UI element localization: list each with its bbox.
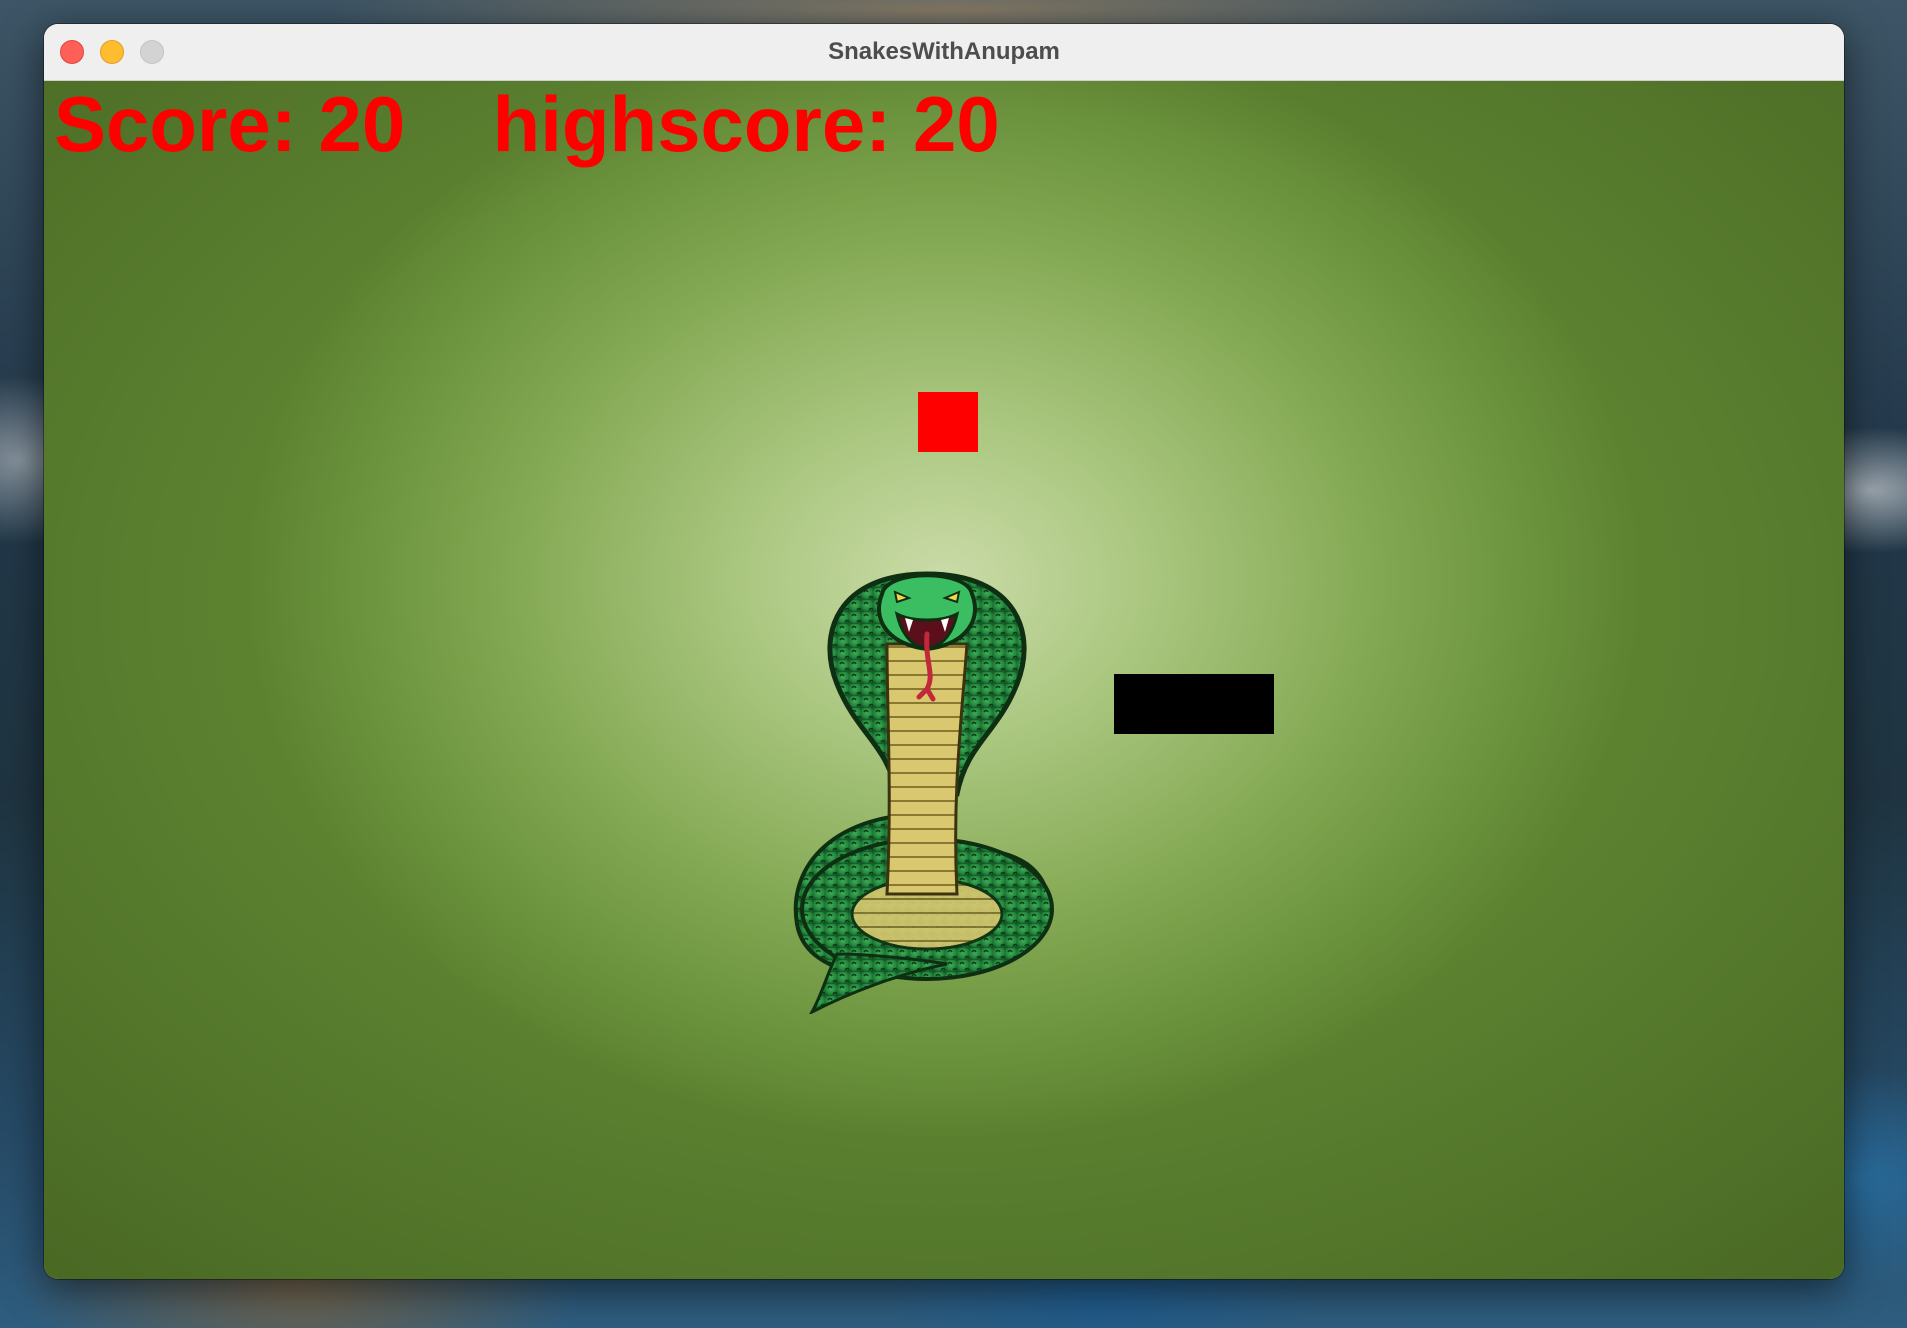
title-bar[interactable]: SnakesWithAnupam — [44, 24, 1844, 81]
close-button[interactable] — [60, 40, 84, 64]
score-value: 20 — [318, 81, 406, 168]
food-block — [918, 392, 978, 452]
highscore-label: highscore: — [492, 81, 892, 168]
highscore-value: 20 — [912, 81, 1000, 168]
snake-body — [1114, 674, 1274, 734]
cobra-icon — [793, 571, 1054, 1014]
window-title: SnakesWithAnupam — [828, 38, 1060, 65]
maximize-button[interactable] — [140, 40, 164, 64]
score-display: Score: 20 highscore: 20 — [54, 85, 1000, 163]
score-label: Score: — [54, 81, 297, 168]
game-canvas[interactable]: Score: 20 highscore: 20 — [44, 81, 1844, 1279]
minimize-button[interactable] — [100, 40, 124, 64]
game-window: SnakesWithAnupam Score: 20 highscore: 20 — [44, 24, 1844, 1279]
